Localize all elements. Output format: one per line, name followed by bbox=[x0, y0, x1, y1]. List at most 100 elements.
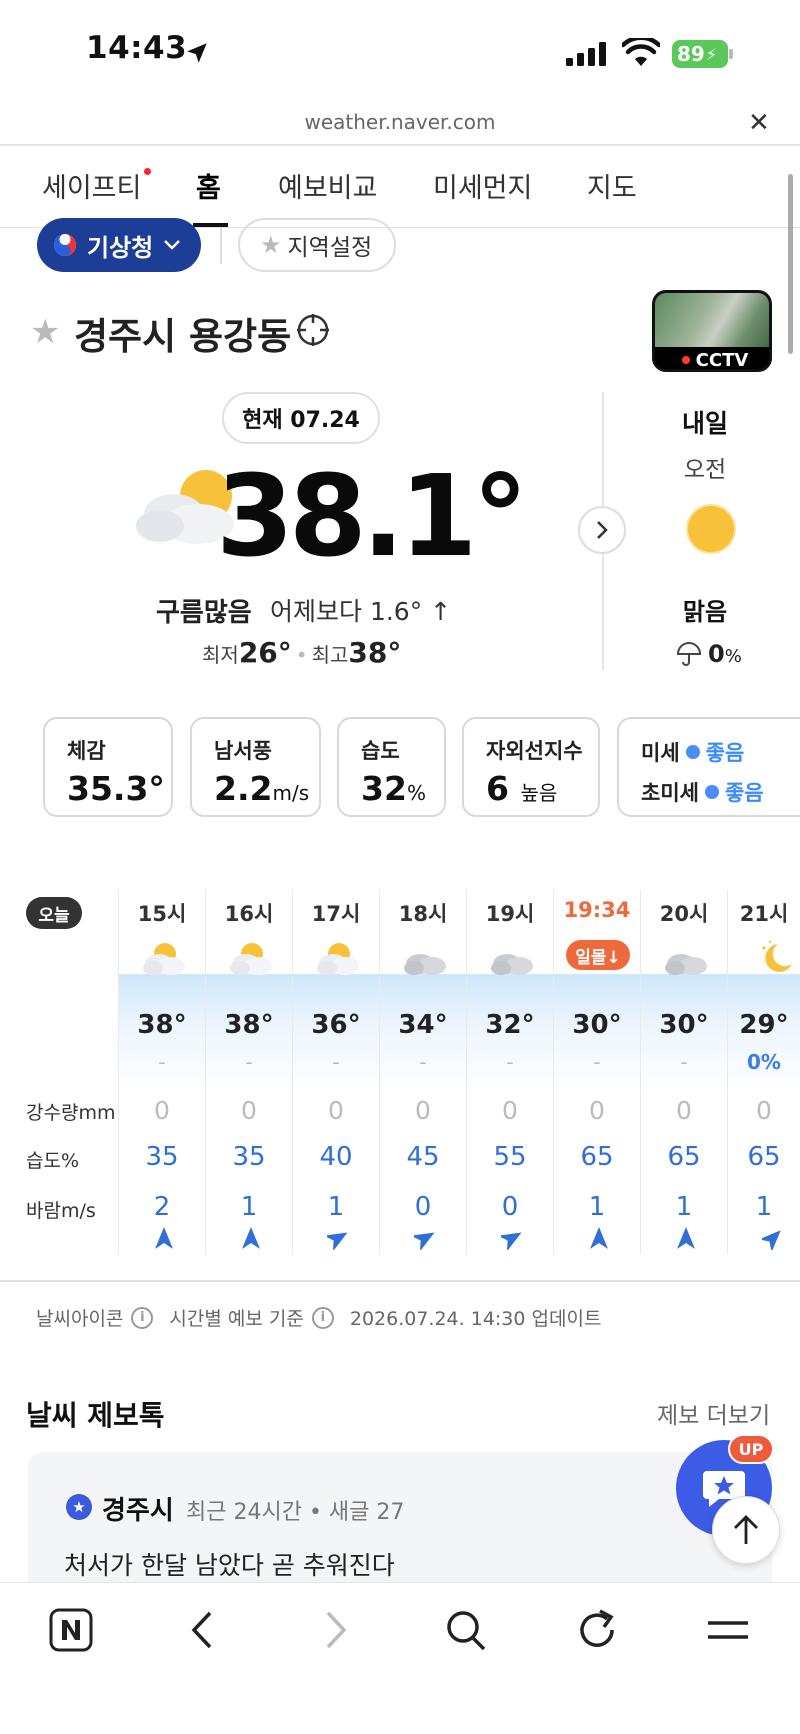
hour-precip-chance: - bbox=[332, 1050, 340, 1074]
tab-fine-dust[interactable]: 미세먼지 bbox=[433, 166, 532, 205]
hour-precip-chance: - bbox=[245, 1050, 253, 1074]
status-time: 14:43 bbox=[86, 30, 188, 66]
card-label: 자외선지수 bbox=[486, 739, 583, 763]
current-temperature: 38.1° bbox=[216, 452, 528, 582]
hour-precip-chance: - bbox=[680, 1050, 688, 1074]
hour-temp: 29° bbox=[739, 1010, 789, 1040]
hour-time: 15시 bbox=[137, 902, 187, 926]
tab-home[interactable]: 홈 bbox=[196, 166, 221, 205]
cctv-label: CCTV bbox=[695, 349, 749, 371]
feels-like-card[interactable]: 체감 35.3° bbox=[43, 717, 173, 817]
hour-weather-icon bbox=[661, 938, 709, 982]
up-badge: UP bbox=[728, 1434, 774, 1464]
hour-column: 18시 34° - 0 45 0 bbox=[379, 890, 466, 1254]
hour-humidity: 55 bbox=[493, 1142, 527, 1172]
hour-column: 17시 36° - 0 40 1 bbox=[292, 890, 379, 1254]
hour-time: 19:34 bbox=[563, 898, 631, 922]
wind-direction-icon bbox=[242, 1227, 260, 1249]
favorite-star-icon[interactable]: ★ bbox=[30, 312, 60, 352]
search-icon[interactable] bbox=[444, 1607, 488, 1653]
hour-humidity: 65 bbox=[580, 1142, 614, 1172]
cctv-label-bar: CCTV bbox=[655, 347, 769, 371]
humidity-card[interactable]: 습도 32% bbox=[337, 717, 446, 817]
scroll-top-button[interactable] bbox=[712, 1496, 780, 1564]
pm25-row: 초미세 좋음 bbox=[641, 777, 800, 807]
tab-safety[interactable]: 세이프티 bbox=[42, 166, 152, 205]
wind-direction-icon bbox=[327, 1232, 348, 1250]
fine-dust-card[interactable]: 미세 좋음 초미세 좋음 bbox=[617, 717, 800, 817]
rain-unit: % bbox=[724, 646, 742, 667]
hour-weather-icon bbox=[139, 938, 187, 982]
back-icon[interactable] bbox=[188, 1607, 218, 1653]
current-location-icon[interactable] bbox=[296, 313, 330, 347]
hour-time: 16시 bbox=[224, 902, 274, 926]
hour-humidity: 45 bbox=[406, 1142, 440, 1172]
tab-forecast-compare[interactable]: 예보비교 bbox=[278, 166, 377, 205]
region-setting-button[interactable]: ★ 지역설정 bbox=[238, 218, 396, 272]
pm25-status: 좋음 bbox=[724, 781, 764, 805]
info-icon[interactable]: i bbox=[311, 1306, 334, 1329]
sunset-badge: 일몰↓ bbox=[566, 940, 630, 970]
wifi-icon bbox=[622, 38, 660, 66]
nav-tabs: 세이프티 홈 예보비교 미세먼지 지도 bbox=[0, 146, 800, 228]
cloudy-icon bbox=[491, 954, 533, 975]
hour-time: 17시 bbox=[311, 902, 361, 926]
wind-direction-icon bbox=[590, 1227, 608, 1249]
hour-temp: 38° bbox=[224, 1010, 274, 1040]
close-icon[interactable]: ✕ bbox=[748, 108, 770, 138]
signal-icon bbox=[566, 42, 606, 66]
scrollbar[interactable] bbox=[788, 174, 793, 354]
hour-column: 15시 38° - 0 35 2 bbox=[118, 890, 205, 1254]
pm25-label: 초미세 bbox=[641, 781, 699, 805]
info-icon[interactable]: i bbox=[131, 1306, 154, 1329]
update-time: 2026.07.24. 14:30 업데이트 bbox=[349, 1308, 602, 1330]
today-badge: 오늘 bbox=[26, 897, 82, 929]
min-label: 최저 bbox=[202, 643, 239, 667]
pm10-status: 좋음 bbox=[705, 741, 745, 765]
battery-tip bbox=[729, 49, 733, 59]
wind-row-label: 바람m/s bbox=[26, 1200, 96, 1222]
report-section-title: 날씨 제보톡 bbox=[26, 1399, 165, 1432]
star-icon: ★ bbox=[260, 231, 282, 259]
report-meta: 최근 24시간 • 새글 27 bbox=[186, 1500, 405, 1525]
tab-map[interactable]: 지도 bbox=[587, 166, 637, 205]
rain-value: 0 bbox=[708, 640, 725, 668]
next-panel-button[interactable] bbox=[578, 506, 626, 554]
tomorrow-rain: 0% bbox=[676, 640, 742, 668]
hour-rain: 0 bbox=[415, 1096, 431, 1125]
hour-column: 19:34 일몰↓ 30° - 0 65 1 bbox=[553, 890, 640, 1254]
url-text[interactable]: weather.naver.com bbox=[0, 110, 800, 134]
star-badge-icon: ★ bbox=[66, 1494, 92, 1520]
battery-level: 89 bbox=[677, 42, 705, 66]
cctv-button[interactable]: CCTV bbox=[652, 290, 772, 372]
card-label: 남서풍 bbox=[214, 739, 272, 763]
hour-rain: 0 bbox=[241, 1096, 257, 1125]
partly-cloudy-icon bbox=[230, 943, 272, 975]
divider bbox=[0, 1280, 800, 1282]
hour-wind: 1 bbox=[755, 1192, 773, 1222]
kma-source-button[interactable]: 기상청 bbox=[37, 218, 201, 272]
hour-rain: 0 bbox=[589, 1096, 605, 1125]
uv-card[interactable]: 자외선지수 6 높음 bbox=[462, 717, 600, 817]
tomorrow-period: 오전 bbox=[683, 457, 727, 483]
forward-icon[interactable] bbox=[320, 1607, 350, 1653]
card-label: 체감 bbox=[67, 739, 106, 763]
humidity-row-label: 습도% bbox=[26, 1150, 80, 1172]
wind-card[interactable]: 남서풍 2.2m/s bbox=[190, 717, 321, 817]
hour-wind: 0 bbox=[501, 1192, 519, 1222]
hour-wind: 0 bbox=[414, 1192, 432, 1222]
current-condition: 구름많음 bbox=[156, 598, 252, 628]
taegeuk-icon bbox=[54, 234, 76, 256]
hour-time: 18시 bbox=[398, 902, 448, 926]
kma-label: 기상청 bbox=[87, 233, 154, 262]
umbrella-icon bbox=[676, 642, 702, 666]
naver-home-icon[interactable] bbox=[48, 1607, 94, 1653]
region-label: 지역설정 bbox=[287, 235, 373, 261]
battery-indicator: 89 ⚡ bbox=[672, 40, 728, 68]
hour-weather-icon bbox=[748, 938, 796, 982]
menu-icon[interactable] bbox=[706, 1607, 750, 1653]
refresh-icon[interactable] bbox=[576, 1607, 620, 1653]
report-more-link[interactable]: 제보 더보기 bbox=[657, 1396, 770, 1430]
hour-weather-icon bbox=[226, 938, 274, 982]
hour-humidity: 65 bbox=[747, 1142, 781, 1172]
